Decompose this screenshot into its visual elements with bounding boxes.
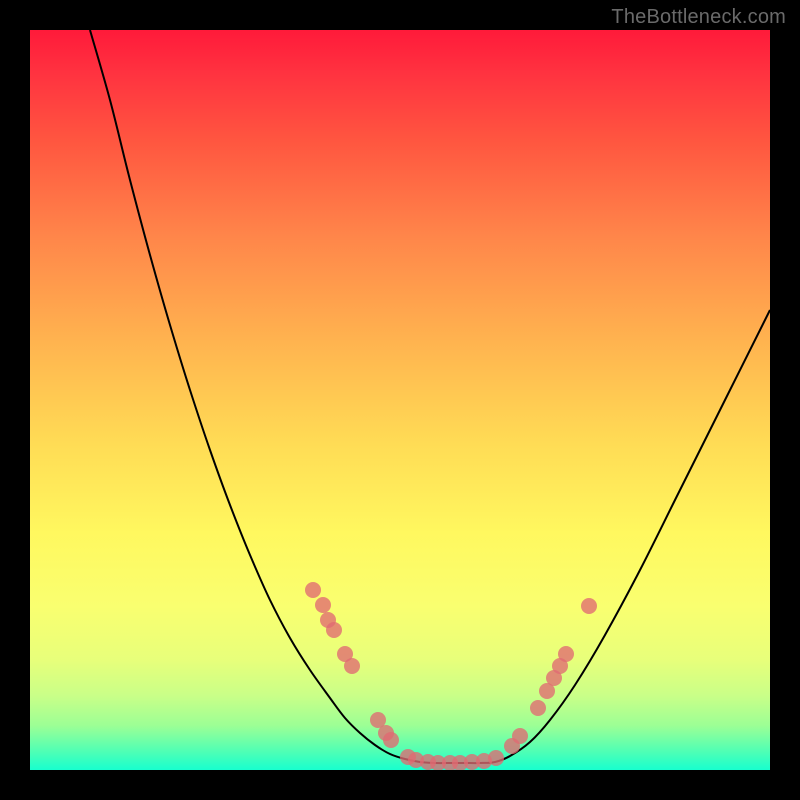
data-marker — [512, 728, 528, 744]
data-marker — [344, 658, 360, 674]
data-marker — [558, 646, 574, 662]
chart-svg — [30, 30, 770, 770]
marker-group — [305, 582, 597, 770]
data-marker — [581, 598, 597, 614]
bottleneck-curve — [90, 30, 770, 763]
watermark-text: TheBottleneck.com — [611, 6, 786, 29]
curve-group — [90, 30, 770, 763]
data-marker — [383, 732, 399, 748]
chart-area — [30, 30, 770, 770]
data-marker — [305, 582, 321, 598]
data-marker — [326, 622, 342, 638]
data-marker — [488, 750, 504, 766]
data-marker — [315, 597, 331, 613]
data-marker — [530, 700, 546, 716]
